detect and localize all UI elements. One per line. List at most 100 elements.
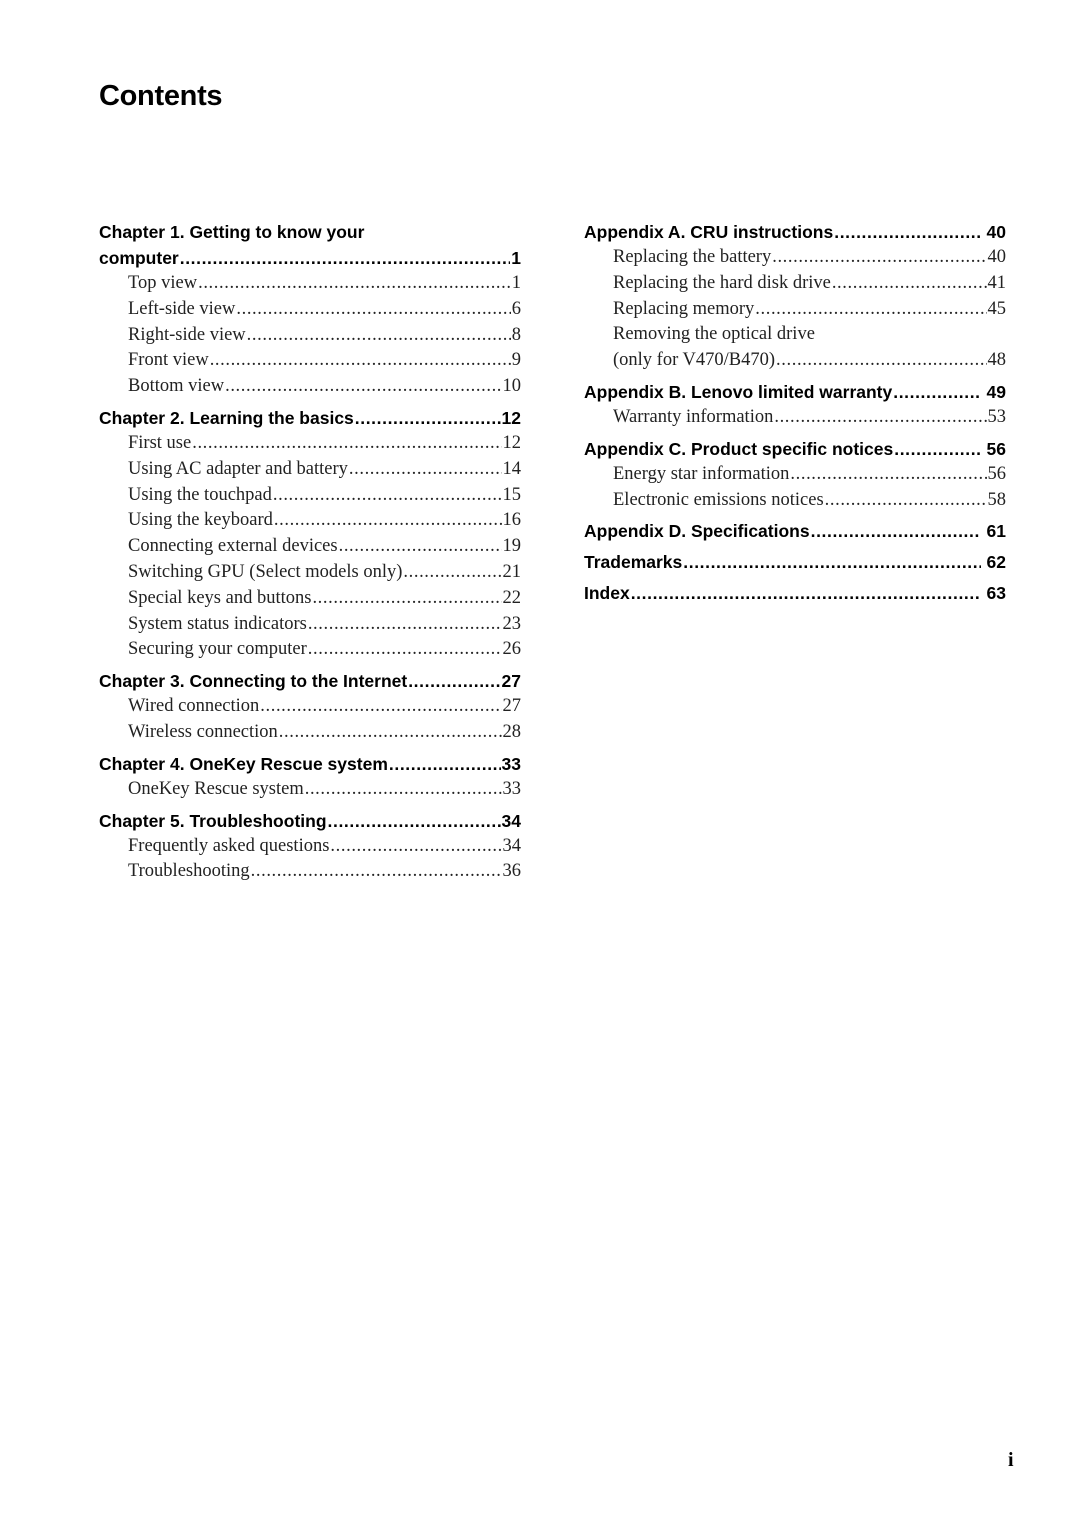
dot-leader	[198, 271, 511, 297]
toc-entry[interactable]: Replacing the battery 40	[584, 245, 1006, 271]
entry-label: Frequently asked questions	[128, 835, 330, 856]
toc-right-column: Appendix A. CRU instructions 40 Replacin…	[584, 219, 1006, 606]
dot-leader	[403, 560, 501, 586]
toc-entry[interactable]: Securing your computer 26	[99, 637, 521, 663]
dot-leader	[834, 219, 980, 245]
section-title: Trademarks	[584, 552, 683, 573]
dot-leader	[790, 462, 986, 488]
appendix-title: Appendix D. Specifications	[584, 521, 810, 542]
dot-leader	[349, 457, 502, 483]
toc-entry[interactable]: Left-side view 6	[99, 297, 521, 323]
index-link[interactable]: Index 63	[584, 580, 1006, 606]
entry-label: Energy star information	[613, 463, 790, 484]
toc-entry[interactable]: Frequently asked questions 34	[99, 834, 521, 860]
page-ref: 23	[502, 613, 522, 634]
toc-entry[interactable]: Wired connection 27	[99, 694, 521, 720]
dot-leader	[247, 323, 511, 349]
toc-entry[interactable]: Troubleshooting 36	[99, 859, 521, 885]
chapter-1-link[interactable]: computer 1	[99, 245, 521, 271]
dot-leader	[408, 668, 500, 694]
toc-entry[interactable]: Warranty information 53	[584, 405, 1006, 431]
entry-label: Right-side view	[128, 324, 246, 345]
dot-leader	[755, 297, 986, 323]
dot-leader	[308, 637, 502, 663]
toc-entry[interactable]: System status indicators 23	[99, 612, 521, 638]
page-ref: 19	[502, 536, 522, 557]
appendix-c-link[interactable]: Appendix C. Product specific notices 56	[584, 436, 1006, 462]
page-title: Contents	[99, 80, 223, 112]
toc-entry[interactable]: Electronic emissions notices 58	[584, 488, 1006, 514]
entry-label: Wired connection	[128, 696, 260, 717]
appendix-title: Appendix A. CRU instructions	[584, 222, 834, 242]
page-ref: 14	[502, 458, 522, 479]
entry-label: Using AC adapter and battery	[128, 458, 348, 479]
toc-appendix-d: Appendix D. Specifications 61	[584, 518, 1006, 544]
page-ref: 6	[511, 298, 521, 319]
entry-label: Connecting external devices	[128, 536, 338, 557]
toc-entry[interactable]: Connecting external devices 19	[99, 534, 521, 560]
toc-appendix-c: Appendix C. Product specific notices 56 …	[584, 436, 1006, 514]
entry-label: Wireless connection	[128, 721, 278, 742]
toc-entry[interactable]: Bottom view 10	[99, 374, 521, 400]
trademarks-link[interactable]: Trademarks 62	[584, 549, 1006, 575]
page-ref: 8	[511, 324, 521, 345]
page-ref: 33	[502, 778, 522, 799]
toc-entry[interactable]: Top view 1	[99, 271, 521, 297]
dot-leader	[251, 859, 502, 885]
chapter-3-link[interactable]: Chapter 3. Connecting to the Internet 27	[99, 668, 521, 694]
chapter-1-title-line1: Chapter 1. Getting to know your	[99, 222, 365, 242]
entry-label: System status indicators	[128, 613, 307, 634]
toc-entry[interactable]: Using AC adapter and battery 14	[99, 457, 521, 483]
entry-label: Using the keyboard	[128, 510, 273, 531]
toc-entry[interactable]: Right-side view 8	[99, 323, 521, 349]
toc-entry[interactable]: Using the touchpad 15	[99, 483, 521, 509]
dot-leader	[825, 488, 987, 514]
toc-entry[interactable]: Wireless connection 28	[99, 720, 521, 746]
toc-entry[interactable]: Replacing memory 45	[584, 297, 1006, 323]
chapter-title: Chapter 2. Learning the basics	[99, 407, 354, 428]
dot-leader	[893, 379, 980, 405]
dot-leader	[772, 245, 986, 271]
chapter-2-link[interactable]: Chapter 2. Learning the basics 12	[99, 405, 521, 431]
toc-entry[interactable]: OneKey Rescue system 33	[99, 777, 521, 803]
entry-label: Replacing memory	[613, 298, 755, 319]
toc-entry[interactable]: Front view 9	[99, 348, 521, 374]
page-ref: 26	[502, 639, 522, 660]
toc-entry[interactable]: Using the keyboard 16	[99, 508, 521, 534]
page-ref: 1	[511, 248, 521, 268]
page-ref: 63	[986, 583, 1006, 604]
toc-entry[interactable]: Switching GPU (Select models only) 21	[99, 560, 521, 586]
chapter-title: Chapter 4. OneKey Rescue system	[99, 753, 388, 774]
toc-entry[interactable]: Special keys and buttons 22	[99, 586, 521, 612]
page-ref: 58	[987, 489, 1007, 510]
appendix-d-link[interactable]: Appendix D. Specifications 61	[584, 518, 1006, 544]
chapter-title: Chapter 5. Troubleshooting	[99, 810, 327, 831]
toc-entry[interactable]: (only for V470/B470) 48	[584, 348, 1006, 374]
toc-entry[interactable]: First use 12	[99, 431, 521, 457]
entry-label: Replacing the hard disk drive	[613, 272, 831, 293]
appendix-b-link[interactable]: Appendix B. Lenovo limited warranty 49	[584, 379, 1006, 405]
page-ref: 10	[502, 376, 522, 397]
appendix-a-link[interactable]: Appendix A. CRU instructions 40	[584, 219, 1006, 245]
appendix-title: Appendix C. Product specific notices	[584, 438, 894, 459]
toc-index: Index 63	[584, 580, 1006, 606]
page-ref: 22	[502, 587, 522, 608]
toc-chapter-1: Chapter 1. Getting to know your computer…	[99, 219, 521, 400]
toc-entry[interactable]: Replacing the hard disk drive 41	[584, 271, 1006, 297]
toc-entry[interactable]: Energy star information 56	[584, 462, 1006, 488]
dot-leader	[210, 348, 511, 374]
chapter-5-link[interactable]: Chapter 5. Troubleshooting 34	[99, 808, 521, 834]
page-ref: 49	[986, 381, 1006, 402]
entry-label-line1[interactable]: Removing the optical drive	[584, 322, 1006, 348]
toc-chapter-3: Chapter 3. Connecting to the Internet 27…	[99, 668, 521, 746]
entry-label: Electronic emissions notices	[613, 489, 824, 510]
chapter-4-link[interactable]: Chapter 4. OneKey Rescue system 33	[99, 751, 521, 777]
toc-trademarks: Trademarks 62	[584, 549, 1006, 575]
entry-label: Special keys and buttons	[128, 587, 312, 608]
page-number: i	[1008, 1449, 1014, 1471]
dot-leader	[355, 405, 501, 431]
toc-left-column: Chapter 1. Getting to know your computer…	[99, 219, 521, 885]
page-ref: 56	[987, 463, 1007, 484]
dot-leader	[832, 271, 987, 297]
page-ref: 56	[986, 438, 1006, 459]
